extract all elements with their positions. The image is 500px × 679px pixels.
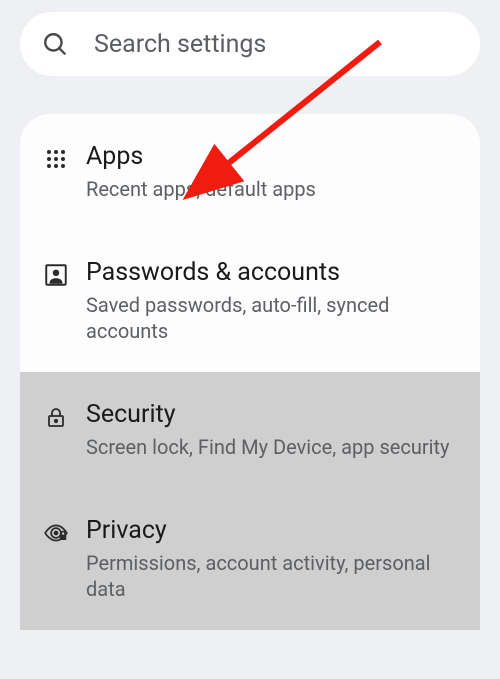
item-text: Apps Recent apps, default apps xyxy=(86,142,458,202)
item-title: Passwords & accounts xyxy=(86,258,458,288)
item-title: Privacy xyxy=(86,516,458,546)
search-bar[interactable]: Search settings xyxy=(20,12,480,76)
item-title: Security xyxy=(86,400,458,430)
item-title: Apps xyxy=(86,142,458,172)
apps-grid-icon xyxy=(42,145,70,173)
settings-item-privacy[interactable]: Privacy Permissions, account activity, p… xyxy=(20,488,480,630)
privacy-eye-icon xyxy=(42,519,70,547)
item-subtitle: Saved passwords, auto-fill, synced accou… xyxy=(86,292,458,344)
settings-item-security[interactable]: Security Screen lock, Find My Device, ap… xyxy=(20,372,480,488)
account-box-icon xyxy=(42,261,70,289)
item-subtitle: Permissions, account activity, personal … xyxy=(86,550,458,602)
search-icon xyxy=(42,31,68,57)
item-text: Passwords & accounts Saved passwords, au… xyxy=(86,258,458,344)
item-text: Security Screen lock, Find My Device, ap… xyxy=(86,400,458,460)
settings-item-passwords[interactable]: Passwords & accounts Saved passwords, au… xyxy=(20,230,480,372)
item-subtitle: Recent apps, default apps xyxy=(86,176,458,202)
search-placeholder: Search settings xyxy=(94,30,266,59)
settings-list: Apps Recent apps, default apps Passwords… xyxy=(20,114,480,630)
settings-item-apps[interactable]: Apps Recent apps, default apps xyxy=(20,114,480,230)
item-subtitle: Screen lock, Find My Device, app securit… xyxy=(86,434,458,460)
item-text: Privacy Permissions, account activity, p… xyxy=(86,516,458,602)
lock-icon xyxy=(42,403,70,431)
